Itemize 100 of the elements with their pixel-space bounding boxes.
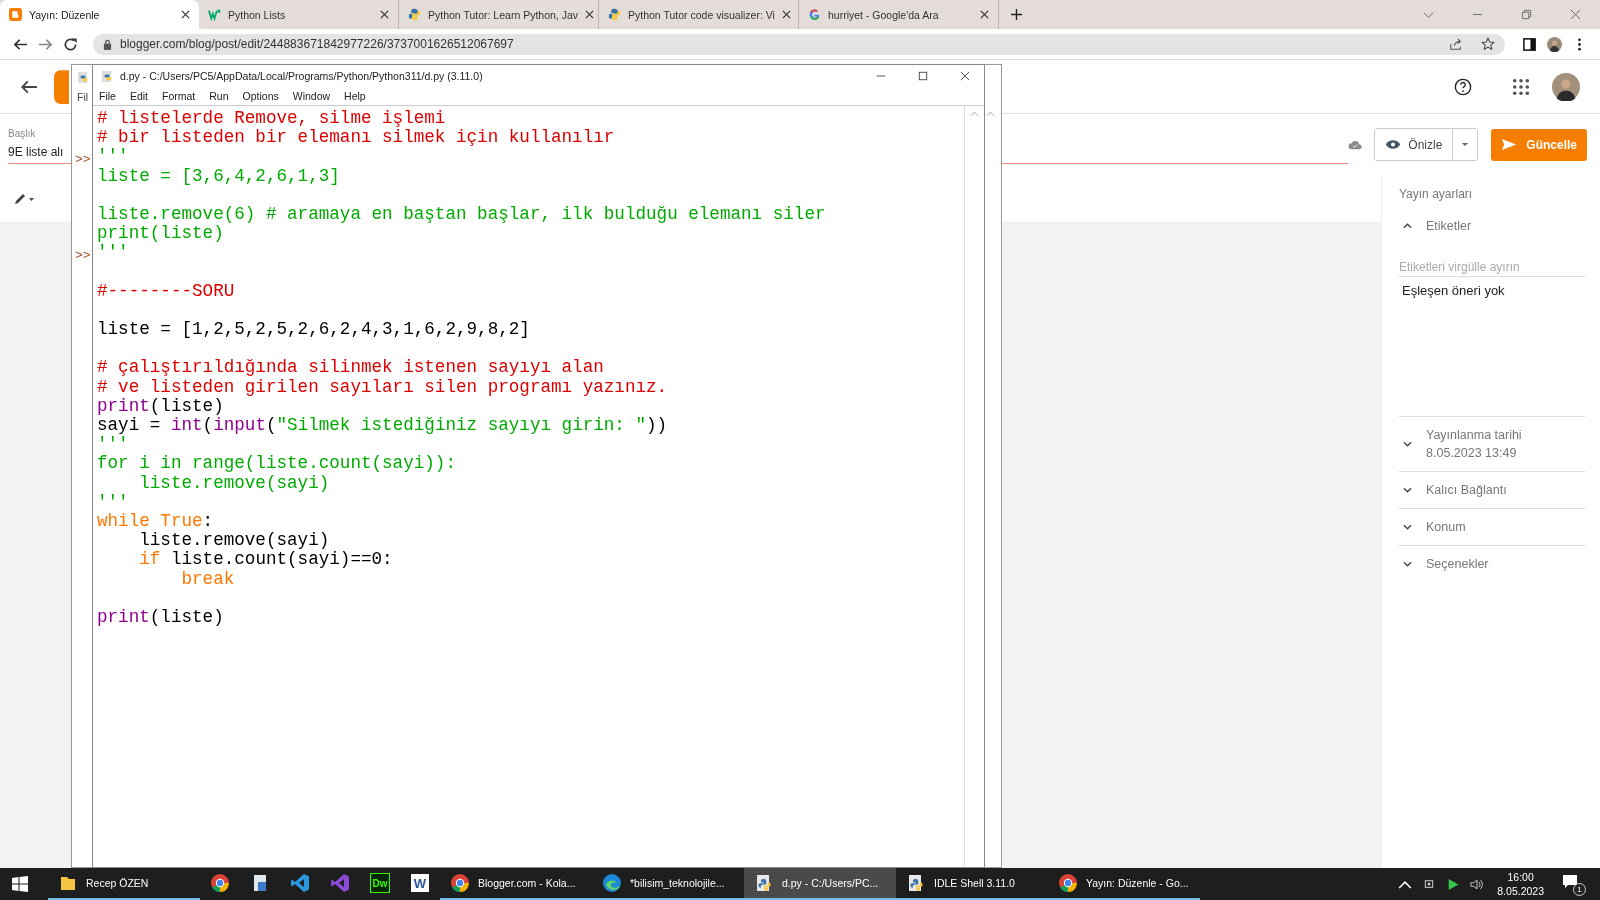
section-title: Etiketler — [1426, 219, 1472, 233]
section-title: Kalıcı Bağlantı — [1426, 483, 1507, 497]
preview-button[interactable]: Önizle — [1375, 129, 1454, 160]
dreamweaver-icon: Dw — [370, 873, 390, 893]
taskbar-item[interactable]: d.py - C:/Users/PC... — [744, 868, 896, 900]
code-line: # bir listeden bir elemanı silmek için kullanılır — [97, 128, 616, 148]
avatar-icon[interactable] — [1552, 72, 1580, 101]
settings-section[interactable]: Yayınlanma tarihi 8.05.2023 13:49 — [1399, 428, 1585, 460]
help-icon[interactable] — [1454, 77, 1472, 96]
star-icon[interactable] — [1481, 37, 1495, 51]
close-icon[interactable] — [181, 10, 190, 19]
close-icon[interactable] — [585, 10, 594, 19]
notification-icon[interactable] — [1562, 874, 1578, 888]
code-editor-icon — [290, 873, 310, 893]
section-value: 8.05.2023 13:49 — [1426, 446, 1518, 460]
notification-count: 1 — [1573, 883, 1586, 896]
python-icon — [608, 8, 621, 21]
code-line: ''' — [97, 147, 130, 167]
speaker-icon[interactable] — [1470, 877, 1485, 891]
pen-icon[interactable] — [12, 191, 36, 206]
chrome-icon — [450, 873, 470, 893]
code-line: if liste.count(sayi)==0: — [138, 550, 394, 570]
restore-icon[interactable] — [1521, 9, 1532, 20]
side-panel-icon[interactable] — [1522, 36, 1537, 52]
avatar-icon[interactable] — [1547, 36, 1562, 52]
settings-section[interactable]: Kalıcı Bağlantı — [1399, 483, 1585, 497]
close-icon[interactable] — [960, 71, 970, 81]
code-line: ''' — [97, 435, 130, 455]
w3-icon — [208, 8, 221, 21]
clock-date[interactable]: 8.05.2023 — [1497, 884, 1544, 898]
browser-tab[interactable]: hurriyet - Google'da Ara — [799, 0, 999, 29]
field-value: 9E liste alı — [8, 145, 65, 159]
eye-icon — [1385, 139, 1402, 150]
menu-item[interactable]: Options — [242, 90, 279, 102]
menu-item[interactable]: Edit — [129, 90, 148, 102]
shell-prompt: >> — [75, 248, 91, 263]
chrome-icon — [210, 873, 230, 893]
lock-icon — [103, 38, 112, 50]
browser-tab[interactable]: Yayın: Düzenle — [0, 0, 199, 29]
clock-time[interactable]: 16:00 — [1507, 870, 1534, 884]
code-line: while True: — [97, 511, 215, 532]
code-line: # çalıştırıldığında silinmek istenen sayıyı alan — [97, 358, 605, 378]
menu-item[interactable]: Fil — [77, 91, 89, 103]
menu-item[interactable]: Window — [292, 90, 331, 102]
close-icon[interactable] — [980, 10, 989, 19]
menu-item[interactable]: File — [99, 90, 116, 102]
code-line: ''' — [97, 492, 130, 512]
taskbar-item[interactable]: Yayın: Düzenle - Go... — [1048, 868, 1200, 900]
suggestion-text: Eşleşen öneri yok — [1401, 283, 1506, 298]
browser-tab[interactable]: Python Lists — [199, 0, 399, 29]
shell-prompt: >> — [75, 152, 91, 167]
address-bar[interactable]: blogger.com/blog/post/edit/244883671842977226/3737001626512067697 — [93, 33, 1505, 55]
taskbar-item[interactable]: Dw — [360, 868, 400, 900]
code-line: liste.remove(6) # aramaya en baştan başlar, ilk bulduğu elemanı siler — [97, 204, 827, 225]
code-line: #--------SORU — [97, 281, 236, 301]
menu-item[interactable]: Format — [162, 90, 196, 102]
word-icon: W — [411, 874, 429, 892]
python-icon — [408, 8, 421, 21]
taskbar-item[interactable]: W — [400, 868, 440, 900]
python-file-icon — [77, 71, 90, 84]
panel-heading: Yayın ayarları — [1399, 187, 1474, 201]
code-line: print(liste) — [97, 607, 225, 628]
code-line: for i in range(liste.count(sayi)): — [97, 454, 457, 474]
code-line: liste = [1,2,5,2,5,2,6,2,4,3,1,6,2,9,8,2] — [97, 320, 531, 340]
code-line: print(liste) — [97, 224, 225, 244]
settings-section[interactable]: Etiketler — [1399, 219, 1585, 233]
send-icon — [1501, 138, 1518, 151]
code-line: liste.remove(sayi) — [138, 473, 331, 493]
code-line: print(liste) — [97, 396, 225, 416]
field-label: Başlık — [8, 128, 37, 139]
new-tab-icon[interactable] — [1011, 9, 1022, 20]
taskbar-item[interactable]: Blogger.com - Kola... — [440, 868, 592, 900]
reload-icon[interactable] — [63, 36, 78, 52]
taskbar-item[interactable]: IDLE Shell 3.11.0 — [896, 868, 1048, 900]
title-field[interactable]: Başlık 9E liste alı — [8, 114, 70, 164]
play-icon[interactable] — [1446, 877, 1461, 891]
section-title: Seçenekler — [1426, 557, 1489, 571]
taskbar-item[interactable]: *bilisim_teknolojile... — [592, 868, 744, 900]
chrome-icon — [1058, 873, 1078, 893]
maximize-icon[interactable] — [918, 71, 928, 81]
browser-tab[interactable]: Python Tutor code visualizer: Vi — [599, 0, 799, 29]
close-icon[interactable] — [380, 10, 389, 19]
blogger-logo[interactable] — [54, 69, 69, 104]
windows-start-icon[interactable] — [12, 876, 28, 892]
caret-icon — [1461, 142, 1470, 147]
taskbar-item[interactable]: Recep ÖZEN — [48, 868, 200, 900]
settings-section[interactable]: Konum — [1399, 520, 1585, 534]
code-line: # listelerde Remove, silme işlemi — [97, 109, 447, 129]
blogger-icon — [9, 8, 22, 21]
code-line: liste = [3,6,4,2,6,1,3] — [97, 166, 341, 186]
settings-section[interactable]: Seçenekler — [1399, 557, 1585, 571]
apps-icon[interactable] — [1512, 77, 1530, 96]
share-icon[interactable] — [1449, 37, 1463, 51]
menu-item[interactable]: Run — [209, 90, 229, 102]
window-title: d.py - C:/Users/PC5/AppData/Local/Programs/Python/Python311/d.py (3.11.0) — [120, 70, 483, 82]
close-icon[interactable] — [781, 10, 791, 19]
menu-item[interactable]: Help — [344, 90, 366, 102]
browser-tab[interactable]: Python Tutor: Learn Python, Jav — [399, 0, 599, 29]
code-line: sayi = int(input("Silmek istediğiniz sayıyı girin: ")) — [97, 416, 669, 436]
code-line: ''' — [97, 243, 130, 263]
